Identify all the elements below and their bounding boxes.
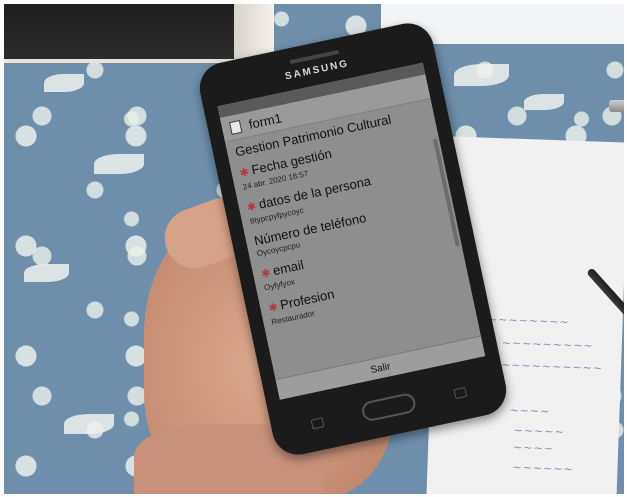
pattern-leaf — [524, 94, 564, 110]
required-icon: ✱ — [267, 301, 279, 315]
form-icon — [228, 119, 243, 135]
notebook — [4, 4, 274, 63]
required-icon: ✱ — [260, 267, 272, 281]
handwriting-line: ~~~~~ — [513, 423, 566, 439]
pen-cap — [609, 100, 624, 112]
pattern-leaf — [44, 74, 84, 92]
handwriting-line: ~~~~ — [509, 403, 551, 419]
pattern-leaf — [454, 64, 509, 86]
form-content[interactable]: Gestion Patrimonio Cultural ✱Fecha gesti… — [225, 99, 472, 340]
app-title: form1 — [247, 109, 283, 132]
pattern-leaf — [24, 264, 69, 282]
photo: ~~~~~~~~~~ ~~~~~~~~~ ~~~~~~~~~~ ~~~~ ~~~… — [4, 4, 624, 494]
required-icon: ✱ — [246, 200, 258, 215]
exit-button[interactable]: Salir — [363, 358, 397, 377]
notebook-pages — [234, 4, 274, 59]
handwriting-line: ~~~~~~ — [512, 460, 574, 476]
pattern-leaf — [64, 414, 114, 434]
handwriting-line: ~~~~~~~~~ — [501, 336, 594, 353]
handwriting-line: ~~~~~~~~~~ — [500, 358, 604, 375]
pattern-leaf — [94, 154, 144, 174]
handwriting-line: ~~~~ — [512, 440, 555, 456]
required-icon: ✱ — [238, 166, 251, 180]
